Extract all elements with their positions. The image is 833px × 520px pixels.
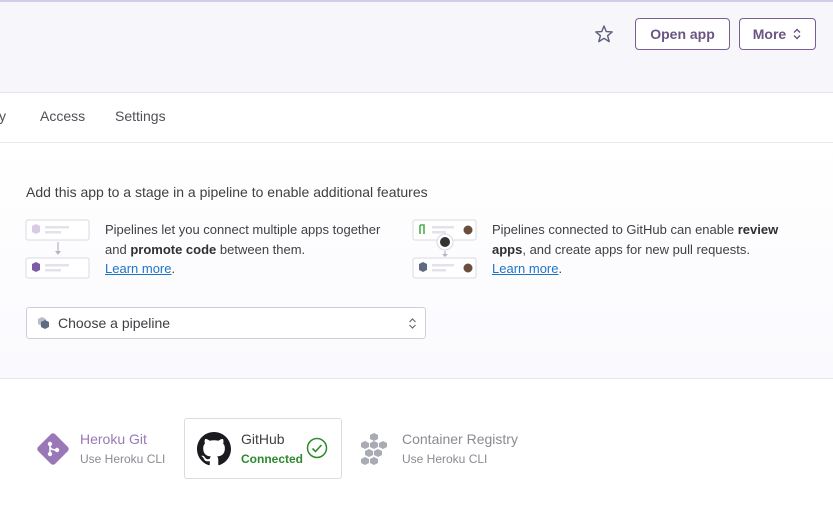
more-button[interactable]: More <box>739 18 816 50</box>
promote-text-end: between them. <box>216 241 306 257</box>
github-status: Connected <box>241 452 304 466</box>
review-apps-description: Pipelines connected to GitHub can enable… <box>492 220 802 279</box>
star-icon[interactable] <box>594 24 614 44</box>
review-text-start: Pipelines connected to GitHub can enable <box>492 222 738 237</box>
check-circle-icon <box>306 437 328 459</box>
promote-code-bold: promote code <box>130 241 217 257</box>
pipeline-panel: Add this app to a stage in a pipeline to… <box>0 143 833 379</box>
promote-text-suffix: . <box>171 261 176 276</box>
tab-activity[interactable]: cy <box>0 108 6 124</box>
app-header: Open app More <box>0 0 833 93</box>
deploy-method-container-registry[interactable]: Container Registry Use Heroku CLI <box>358 418 518 479</box>
open-app-label: Open app <box>650 26 715 42</box>
deploy-method-github[interactable]: GitHub Connected <box>184 418 342 479</box>
pipeline-icon <box>38 317 49 329</box>
learn-more-link-pipelines[interactable]: Learn more <box>105 261 171 276</box>
review-apps-illustration <box>412 219 477 279</box>
heroku-git-sublabel: Use Heroku CLI <box>80 452 166 466</box>
choose-pipeline-select[interactable]: Choose a pipeline <box>26 307 426 339</box>
container-registry-icon <box>361 432 387 465</box>
choose-pipeline-value: Choose a pipeline <box>58 315 171 331</box>
chevron-up-down-icon <box>793 28 801 40</box>
tab-settings[interactable]: Settings <box>115 108 166 124</box>
tab-access[interactable]: Access <box>40 108 85 124</box>
heroku-git-text: Heroku Git Use Heroku CLI <box>80 431 165 466</box>
pipeline-title: Add this app to a stage in a pipeline to… <box>26 184 428 200</box>
promote-code-illustration <box>25 219 90 279</box>
app-tabs: cy Access Settings <box>0 93 833 143</box>
heroku-git-label: Heroku Git <box>80 431 147 447</box>
github-icon <box>197 431 231 465</box>
open-app-button[interactable]: Open app <box>635 18 730 50</box>
deploy-method-heroku-git[interactable]: Heroku Git Use Heroku CLI <box>36 418 165 479</box>
chevron-up-down-icon <box>409 318 416 329</box>
more-label: More <box>752 26 787 42</box>
github-text: GitHub Connected <box>241 431 303 466</box>
promote-code-description: Pipelines let you connect multiple apps … <box>105 220 390 279</box>
container-registry-text: Container Registry Use Heroku CLI <box>402 431 518 466</box>
learn-more-link-review-apps[interactable]: Learn more <box>492 261 558 276</box>
container-registry-sublabel: Use Heroku CLI <box>402 452 488 466</box>
heroku-git-icon <box>37 432 69 465</box>
review-text-end: , and create apps for new pull requests. <box>522 241 750 257</box>
container-registry-label: Container Registry <box>402 431 518 447</box>
review-text-suffix: . <box>558 261 563 276</box>
github-label: GitHub <box>241 431 285 447</box>
